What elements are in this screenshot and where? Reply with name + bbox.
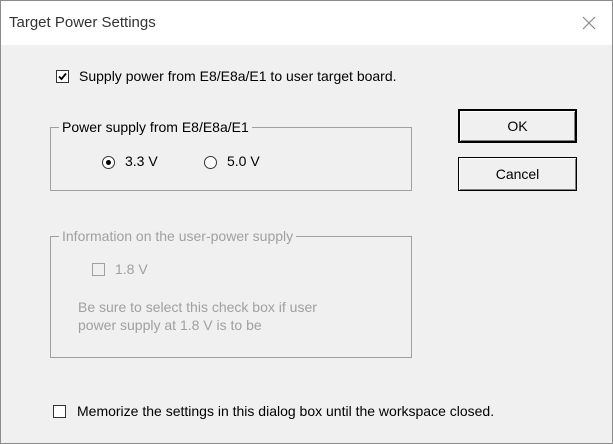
dialog-title: Target Power Settings (9, 14, 156, 31)
target-power-settings-dialog: Target Power Settings Supply power from … (0, 0, 613, 444)
radio-3-3v-label[interactable]: 3.3 V (125, 153, 158, 169)
memorize-checkbox[interactable] (53, 405, 66, 418)
voltage-1-8v-checkbox[interactable] (92, 263, 105, 276)
radio-3-3v[interactable] (102, 156, 115, 169)
supply-power-label[interactable]: Supply power from E8/E8a/E1 to user targ… (79, 68, 397, 84)
info-group-legend: Information on the user-power supply (59, 228, 297, 244)
info-help-text: Be sure to select this check box if user… (78, 299, 317, 333)
voltage-1-8v-label[interactable]: 1.8 V (115, 261, 148, 277)
supply-power-checkbox[interactable] (56, 70, 69, 83)
memorize-label[interactable]: Memorize the settings in this dialog box… (77, 403, 494, 419)
close-button[interactable] (566, 1, 612, 45)
close-icon (582, 16, 596, 30)
power-supply-group-legend: Power supply from E8/E8a/E1 (59, 119, 252, 135)
title-bar[interactable]: Target Power Settings (1, 1, 612, 45)
radio-5-0v-label[interactable]: 5.0 V (227, 153, 260, 169)
checkmark-icon (58, 72, 67, 81)
cancel-button[interactable]: Cancel (458, 157, 577, 191)
ok-button[interactable]: OK (458, 109, 577, 143)
radio-5-0v[interactable] (204, 156, 217, 169)
radio-selected-dot (106, 160, 111, 165)
info-group: Information on the user-power supply (50, 228, 412, 358)
